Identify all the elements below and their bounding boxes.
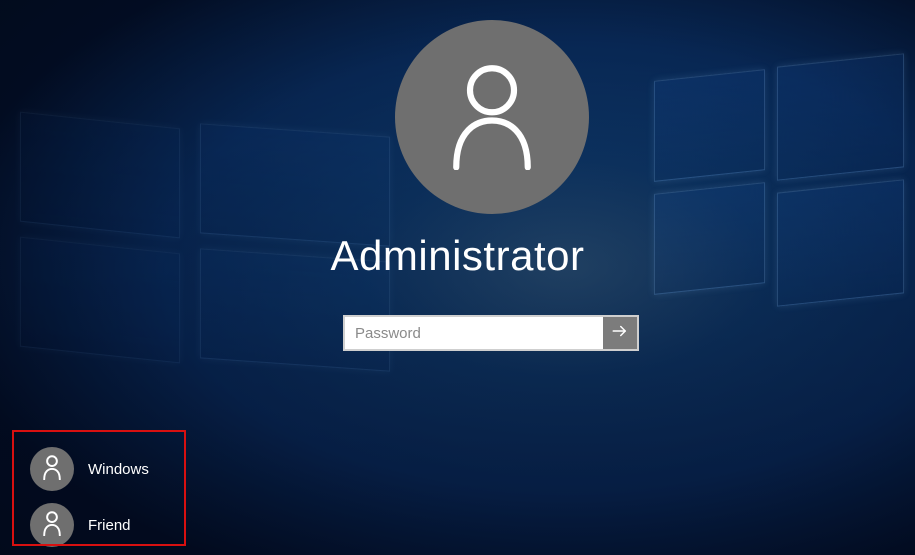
user-list-item-friend[interactable]: Friend — [30, 503, 149, 547]
user-avatar-small — [30, 447, 74, 491]
background-pane — [20, 112, 180, 239]
submit-button[interactable] — [603, 317, 637, 349]
person-icon — [41, 510, 63, 541]
current-user-name: Administrator — [0, 232, 915, 280]
user-avatar-small — [30, 503, 74, 547]
password-input[interactable] — [345, 317, 603, 349]
person-icon — [447, 60, 537, 175]
user-list-item-windows[interactable]: Windows — [30, 447, 149, 491]
user-list-label: Windows — [88, 461, 149, 478]
password-box — [343, 315, 639, 351]
current-user-avatar — [395, 20, 589, 214]
arrow-right-icon — [611, 322, 629, 345]
background-pane — [200, 123, 390, 246]
background-pane — [654, 69, 765, 182]
person-icon — [41, 454, 63, 485]
user-list-label: Friend — [88, 517, 131, 534]
background-pane — [777, 53, 904, 180]
user-list: Windows Friend — [30, 447, 149, 547]
